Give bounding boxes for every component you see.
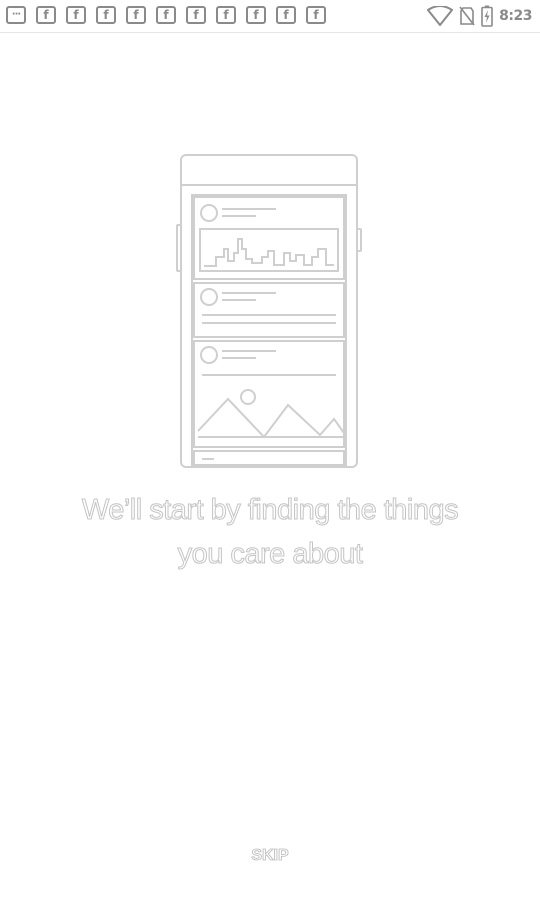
no-sim-icon — [459, 6, 475, 26]
facebook-icon: f — [186, 6, 206, 24]
card-avatar — [200, 204, 218, 222]
more-icon: ··· — [6, 6, 26, 24]
feed-card-text — [193, 282, 345, 338]
facebook-icon: f — [216, 6, 236, 24]
notification-icons: ··· f f f f f f f f f f — [6, 6, 326, 24]
facebook-icon: f — [66, 6, 86, 24]
headline-line-1: We’ll start by finding the things — [81, 494, 459, 527]
facebook-icon: f — [126, 6, 146, 24]
facebook-icon: f — [246, 6, 266, 24]
wifi-icon — [427, 6, 454, 26]
card-avatar — [200, 346, 218, 364]
onboarding-screen: ··· f f f f f f f f f f 8:23 We’ll start… — [0, 0, 540, 897]
clock: 8:23 — [499, 8, 532, 24]
facebook-icon: f — [36, 6, 56, 24]
feed-phone-illustration — [176, 154, 362, 468]
feed-card-partial — [193, 450, 345, 466]
system-icons: 8:23 — [427, 5, 532, 27]
facebook-icon: f — [156, 6, 176, 24]
battery-charging-icon — [481, 5, 493, 27]
facebook-icon: f — [276, 6, 296, 24]
phone-screen — [191, 194, 347, 466]
onboarding-headline: We’ll start by finding the things you ca… — [40, 488, 500, 576]
card-photo-sun — [240, 389, 256, 405]
facebook-icon: f — [306, 6, 326, 24]
facebook-icon: f — [96, 6, 116, 24]
headline-line-2: you care about — [177, 538, 363, 571]
card-avatar — [200, 288, 218, 306]
card-skyline-chart — [204, 238, 334, 267]
skip-button[interactable]: SKIP — [230, 842, 310, 870]
status-bar: ··· f f f f f f f f f f 8:23 — [0, 0, 540, 33]
card-photo-mountains — [197, 397, 345, 439]
phone-right-button — [356, 228, 362, 252]
phone-left-button — [176, 224, 182, 272]
